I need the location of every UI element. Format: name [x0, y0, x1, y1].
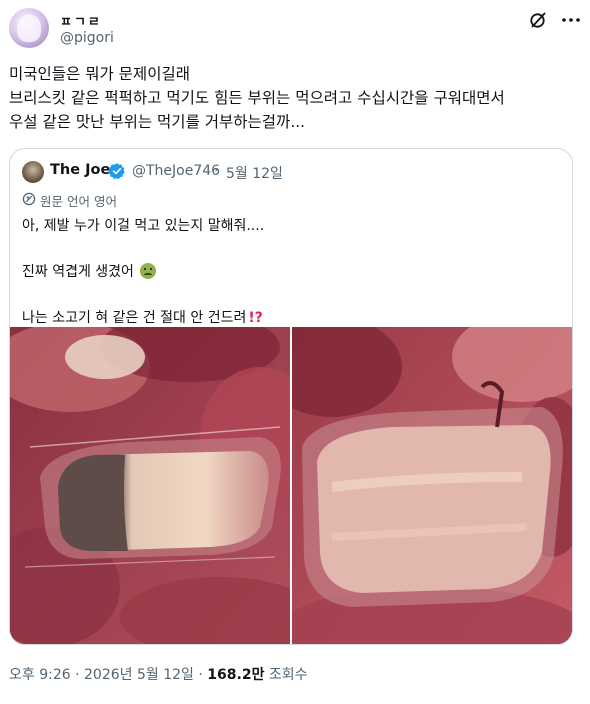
quoted-text: 아, 제발 누가 이걸 먹고 있는지 말해줘.... 진짜 역겹게 생겼어 나는…: [22, 215, 562, 330]
quoted-author-handle[interactable]: @TheJoe746: [132, 163, 220, 179]
quoted-date[interactable]: 5월 12일: [226, 163, 283, 183]
quoted-author-name[interactable]: The Joe: [50, 162, 110, 178]
author-handle[interactable]: @pigori: [60, 30, 114, 46]
translation-label: 원문 언어 영어: [40, 194, 117, 209]
post-header: ㅍㄱㄹ @pigori: [9, 8, 581, 52]
verified-badge-icon: [108, 163, 125, 180]
nauseated-face-icon: [140, 263, 157, 279]
translate-icon: [22, 192, 36, 206]
post-text: 미국인들은 뭐가 문제이길래 브리스킷 같은 퍽퍽하고 먹기도 힘든 부위는 먹…: [9, 65, 505, 131]
quoted-text-line-2: 진짜 역겹게 생겼어: [22, 264, 134, 280]
quoted-author-avatar[interactable]: [22, 161, 44, 183]
views-label: 조회수: [268, 667, 308, 683]
post-time[interactable]: 오후 9:26: [9, 667, 71, 683]
author-avatar[interactable]: [9, 8, 49, 48]
views-count: 168.2만: [207, 667, 265, 683]
photo-beef-tongue-left[interactable]: [10, 327, 290, 644]
author-display-name[interactable]: ㅍㄱㄹ: [60, 11, 102, 30]
interrobang-icon: !?: [248, 310, 263, 326]
meta-separator: ·: [75, 667, 80, 683]
meta-separator-2: ·: [198, 667, 203, 683]
post-meta: 오후 9:26 · 2026년 5월 12일 · 168.2만 조회수: [9, 664, 308, 684]
post-date[interactable]: 2026년 5월 12일: [84, 667, 194, 683]
grok-icon[interactable]: [528, 10, 548, 30]
quoted-post[interactable]: The Joe @TheJoe746 · 5월 12일 원문 언어 영어 아, …: [9, 148, 573, 645]
more-icon[interactable]: [561, 12, 581, 28]
quoted-text-line-1: 아, 제발 누가 이걸 먹고 있는지 말해줘....: [22, 218, 265, 234]
quoted-text-line-3: 나는 소고기 혀 같은 건 절대 안 건드려: [22, 310, 247, 326]
quoted-separator: ·: [214, 163, 219, 179]
photo-beef-tongue-right[interactable]: [292, 327, 572, 644]
